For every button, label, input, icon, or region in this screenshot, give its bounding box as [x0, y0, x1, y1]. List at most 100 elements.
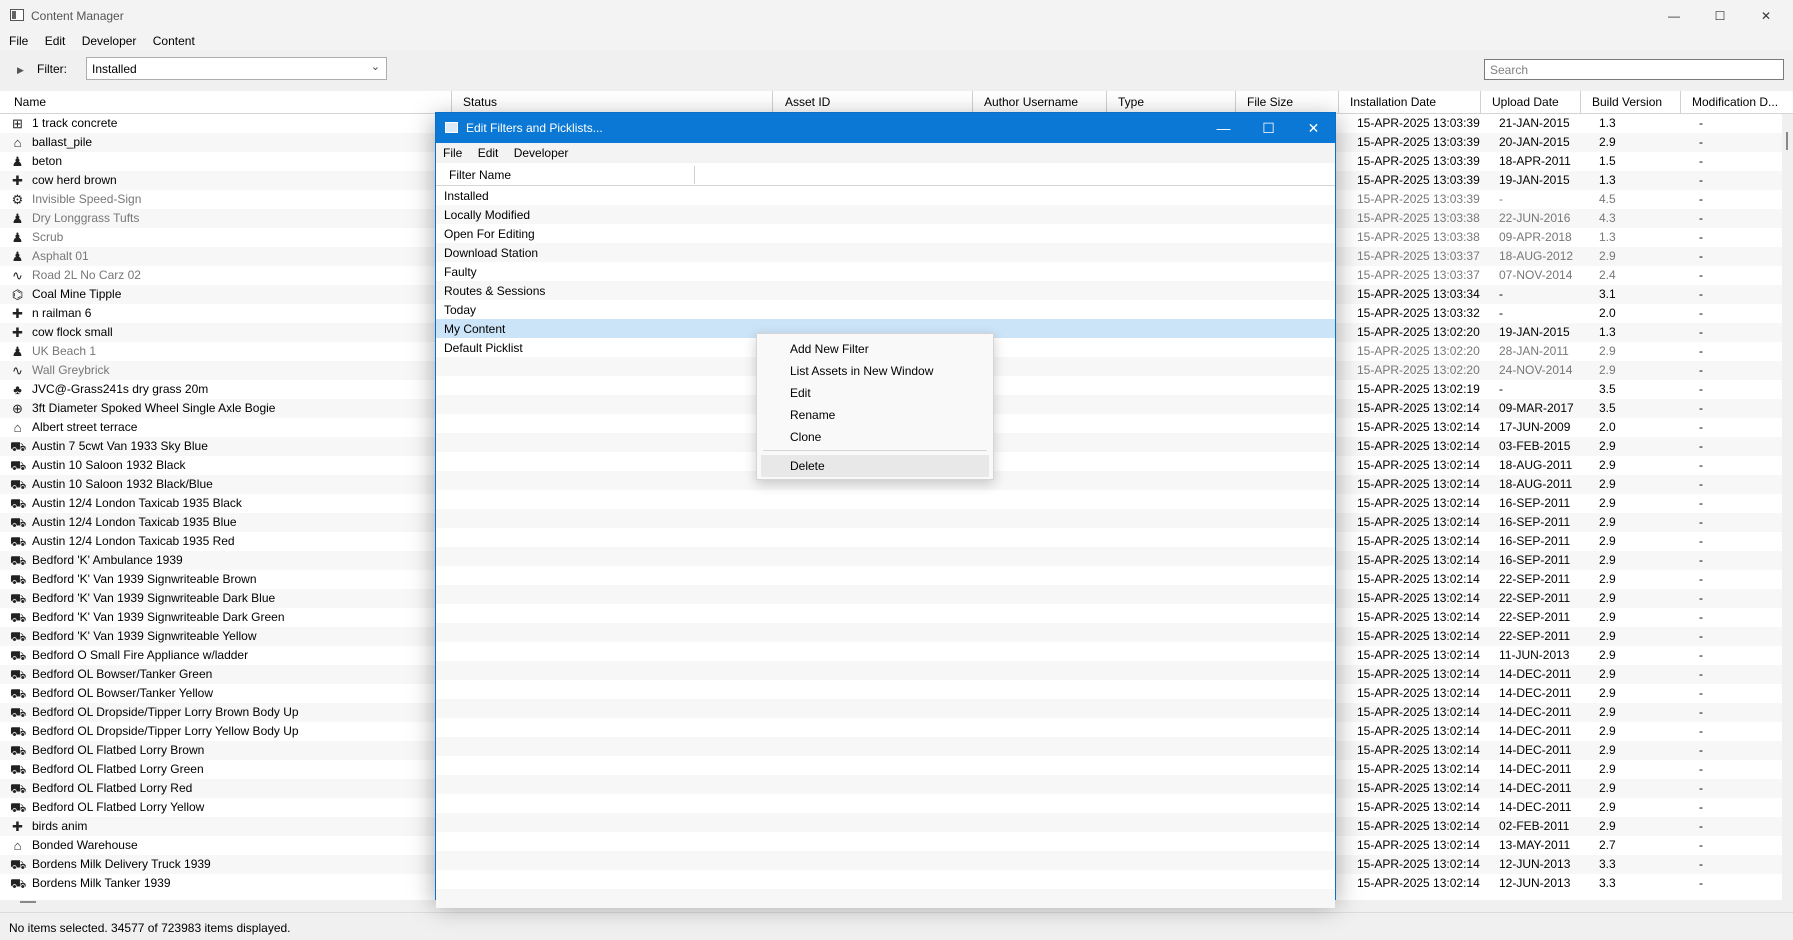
filter-list-item[interactable]: Routes & Sessions: [436, 281, 1335, 300]
column-header-installation-date[interactable]: Installation Date: [1350, 95, 1436, 109]
cell-installation-date: 15-APR-2025 13:02:14: [1357, 534, 1480, 548]
menu-edit[interactable]: Edit: [32, 31, 66, 51]
bogey-icon: ⊕: [12, 401, 23, 416]
menu-separator: [763, 450, 987, 451]
cell-installation-date: 15-APR-2025 13:03:39: [1357, 135, 1480, 149]
car-icon: ⛟: [10, 724, 27, 739]
menu-developer[interactable]: Developer: [69, 31, 137, 51]
cell-installation-date: 15-APR-2025 13:02:14: [1357, 629, 1480, 643]
cell-upload-date: 16-SEP-2011: [1499, 553, 1571, 567]
cell-build-version: 2.9: [1599, 553, 1616, 567]
filter-dropdown[interactable]: Installed ⌄: [86, 57, 387, 80]
cell-build-version: 1.5: [1599, 154, 1616, 168]
column-divider[interactable]: [1338, 91, 1339, 113]
column-header-build-version[interactable]: Build Version: [1592, 95, 1662, 109]
cell-modification-date: -: [1699, 458, 1703, 472]
cell-upload-date: 14-DEC-2011: [1499, 800, 1572, 814]
horizontal-scrollbar-thumb[interactable]: [20, 901, 36, 903]
delete-menu-item[interactable]: Delete: [761, 455, 989, 477]
expand-arrow-icon[interactable]: ▶: [17, 65, 24, 76]
menu-file[interactable]: File: [0, 31, 28, 51]
filter-name-label: Routes & Sessions: [444, 284, 546, 298]
dialog-minimize-button[interactable]: —: [1201, 113, 1246, 143]
menu-content[interactable]: Content: [140, 31, 195, 51]
filter-list-item[interactable]: Open For Editing: [436, 224, 1335, 243]
scrollbar-thumb[interactable]: [1786, 132, 1788, 150]
filter-list-item[interactable]: Installed: [436, 186, 1335, 205]
cell-name: Bedford OL Flatbed Lorry Yellow: [32, 800, 205, 814]
minimize-button[interactable]: —: [1651, 0, 1697, 31]
filter-name-label: Faulty: [444, 265, 477, 279]
vertical-scrollbar[interactable]: [1782, 114, 1793, 900]
column-header-asset-id[interactable]: Asset ID: [785, 95, 830, 109]
dialog-maximize-button[interactable]: ☐: [1246, 113, 1291, 143]
cell-upload-date: 14-DEC-2011: [1499, 724, 1572, 738]
title-bar: Content Manager — ☐ ✕: [0, 0, 1793, 31]
column-divider[interactable]: [451, 91, 452, 113]
column-divider[interactable]: [1235, 91, 1236, 113]
column-header-filter-name[interactable]: Filter Name: [449, 168, 511, 182]
dialog-menu-edit[interactable]: Edit: [466, 143, 499, 163]
cell-build-version: 3.1: [1599, 287, 1616, 301]
column-header-status[interactable]: Status: [463, 95, 497, 109]
car-icon: ⛟: [10, 629, 27, 644]
cell-upload-date: 18-AUG-2012: [1499, 249, 1574, 263]
add-new-filter-menu-item[interactable]: Add New Filter: [761, 338, 989, 360]
cell-build-version: 1.3: [1599, 325, 1616, 339]
car-icon: ⛟: [10, 743, 27, 758]
track-icon: ⊞: [12, 116, 23, 131]
cell-installation-date: 15-APR-2025 13:02:14: [1357, 705, 1480, 719]
filter-list-item[interactable]: Download Station: [436, 243, 1335, 262]
car-icon: ⛟: [10, 667, 27, 682]
cell-installation-date: 15-APR-2025 13:03:39: [1357, 116, 1480, 130]
clone-menu-item[interactable]: Clone: [761, 426, 989, 448]
cell-upload-date: 12-JUN-2013: [1499, 857, 1571, 871]
filter-list-item[interactable]: Today: [436, 300, 1335, 319]
filter-list-empty-row: [436, 718, 1335, 737]
cell-build-version: 2.9: [1599, 439, 1616, 453]
cell-installation-date: 15-APR-2025 13:03:37: [1357, 249, 1480, 263]
cell-build-version: 3.3: [1599, 857, 1616, 871]
column-header-file-size[interactable]: File Size: [1247, 95, 1293, 109]
column-divider[interactable]: [1480, 91, 1481, 113]
cell-build-version: 2.9: [1599, 800, 1616, 814]
column-header-name[interactable]: Name: [14, 95, 46, 109]
column-divider[interactable]: [772, 91, 773, 113]
cell-name: Bordens Milk Tanker 1939: [32, 876, 171, 890]
filter-list-item[interactable]: Faulty: [436, 262, 1335, 281]
cell-installation-date: 15-APR-2025 13:02:14: [1357, 515, 1480, 529]
cell-modification-date: -: [1699, 819, 1703, 833]
puzzle-icon: ✚: [12, 306, 23, 321]
search-input[interactable]: [1484, 59, 1784, 80]
cell-modification-date: -: [1699, 610, 1703, 624]
column-divider[interactable]: [694, 166, 695, 184]
cell-installation-date: 15-APR-2025 13:02:14: [1357, 857, 1480, 871]
cell-installation-date: 15-APR-2025 13:03:38: [1357, 211, 1480, 225]
column-divider[interactable]: [972, 91, 973, 113]
close-button[interactable]: ✕: [1743, 0, 1789, 31]
car-icon: ⛟: [10, 800, 27, 815]
column-divider[interactable]: [1680, 91, 1681, 113]
column-header-modification-date[interactable]: Modification D...: [1692, 95, 1778, 109]
rename-menu-item[interactable]: Rename: [761, 404, 989, 426]
column-header-author[interactable]: Author Username: [984, 95, 1078, 109]
column-divider[interactable]: [1106, 91, 1107, 113]
cell-name: UK Beach 1: [32, 344, 97, 358]
maximize-button[interactable]: ☐: [1697, 0, 1743, 31]
cell-name: Asphalt 01: [32, 249, 89, 263]
cell-upload-date: 14-DEC-2011: [1499, 762, 1572, 776]
edit-menu-item[interactable]: Edit: [761, 382, 989, 404]
list-assets-new-window-menu-item[interactable]: List Assets in New Window: [761, 360, 989, 382]
dialog-menu-developer[interactable]: Developer: [502, 143, 569, 163]
dialog-menu-file[interactable]: File: [436, 143, 462, 163]
column-header-type[interactable]: Type: [1118, 95, 1144, 109]
filter-list-item[interactable]: Locally Modified: [436, 205, 1335, 224]
minimize-icon: —: [1668, 8, 1680, 23]
cell-build-version: 2.9: [1599, 572, 1616, 586]
column-header-upload-date[interactable]: Upload Date: [1492, 95, 1559, 109]
column-divider[interactable]: [1580, 91, 1581, 113]
dialog-close-button[interactable]: ✕: [1291, 113, 1336, 143]
cell-build-version: 2.9: [1599, 667, 1616, 681]
filter-list-empty-row: [436, 813, 1335, 832]
cell-modification-date: -: [1699, 762, 1703, 776]
